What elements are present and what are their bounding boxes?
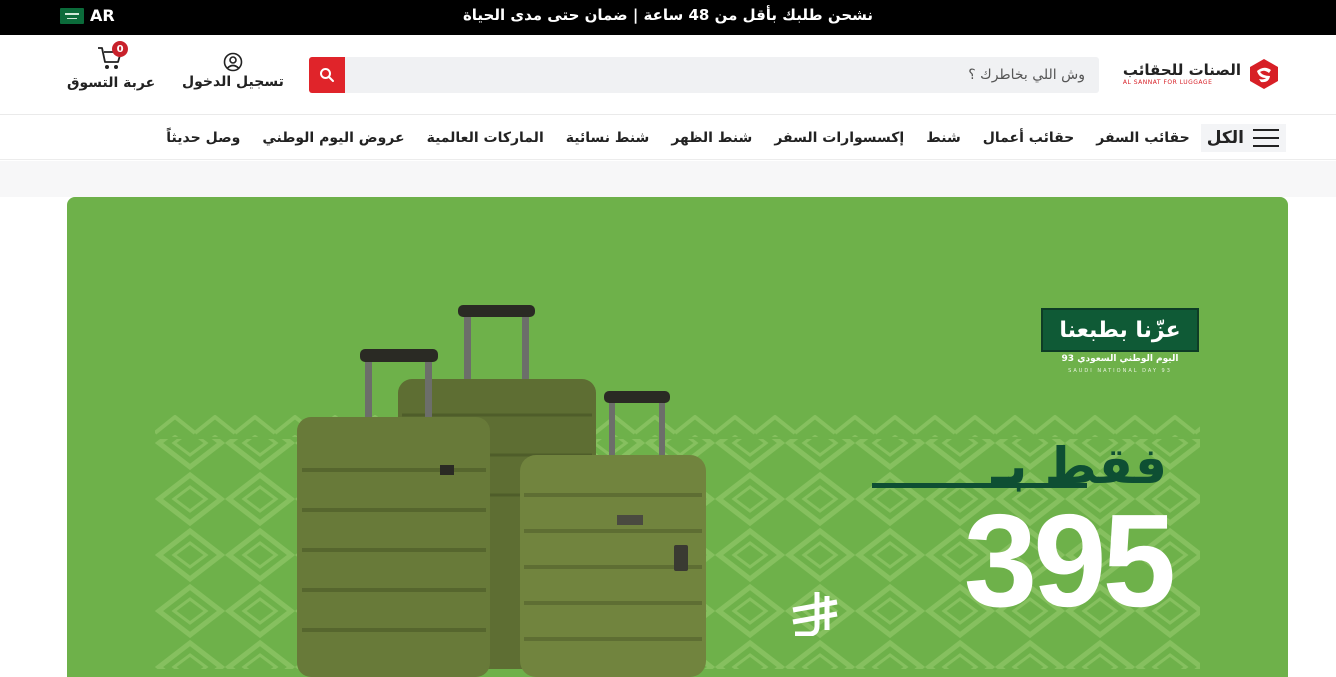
all-categories-label: الكل (1206, 128, 1244, 148)
site-header: الصنات للحقائب AL SANNAT FOR LUGGAGE تسج… (0, 35, 1336, 115)
badge-subtitle: اليوم الوطني السعودي 93 (1061, 354, 1179, 364)
hamburger-menu-icon (1253, 129, 1279, 147)
nav-item-new-arrivals[interactable]: وصل حديثاً (155, 130, 251, 146)
logo-arabic-text: الصنات للحقائب (1122, 60, 1241, 79)
badge-title: عزّنا بطبعنا (1041, 308, 1199, 352)
luggage-set-image (297, 305, 706, 677)
announcement-text: نشحن طلبك بأقل من 48 ساعة | ضمان حتى مدى… (462, 6, 874, 24)
nav-item-bags[interactable]: شنط (915, 130, 971, 146)
announcement-bar: AR نشحن طلبك بأقل من 48 ساعة | ضمان حتى … (0, 0, 1336, 35)
all-categories-button[interactable]: الكل (1200, 124, 1286, 152)
riyal-currency-icon (792, 592, 838, 636)
search-icon (320, 68, 334, 82)
offer-price: 395 (963, 487, 1176, 634)
nav-item-business-bags[interactable]: حقائب أعمال (972, 130, 1086, 146)
user-icon (223, 52, 243, 72)
login-label: تسجيل الدخول (182, 74, 284, 90)
cart-label: عربة التسوق (67, 75, 156, 91)
logo-english-text: AL SANNAT FOR LUGGAGE (1122, 78, 1213, 86)
cart-link[interactable]: 0 عربة التسوق (67, 41, 156, 91)
logo-mark-icon (1247, 57, 1281, 91)
login-link[interactable]: تسجيل الدخول (182, 52, 284, 90)
search-input[interactable] (345, 57, 1099, 93)
badge-subtitle-english: SAUDI NATIONAL DAY 93 (1068, 368, 1172, 374)
spacer-band (0, 161, 1336, 197)
cart-count-badge: 0 (112, 41, 129, 57)
nav-item-womens-bags[interactable]: شنط نسائية (555, 130, 661, 146)
nav-item-national-day-offers[interactable]: عروض اليوم الوطني (251, 130, 415, 146)
site-logo[interactable]: الصنات للحقائب AL SANNAT FOR LUGGAGE (1123, 57, 1281, 91)
main-navigation: الكل حقائب السفر حقائب أعمال شنط إكسسوار… (0, 116, 1336, 160)
nav-item-global-brands[interactable]: الماركات العالمية (416, 130, 555, 146)
hero-banner[interactable]: عزّنا بطبعنا اليوم الوطني السعودي 93 SAU… (67, 197, 1288, 677)
nav-item-travel-bags[interactable]: حقائب السفر (1085, 130, 1200, 146)
nav-item-backpacks[interactable]: شنط الظهر (660, 130, 763, 146)
national-day-badge: عزّنا بطبعنا اليوم الوطني السعودي 93 SAU… (1041, 308, 1201, 380)
search-button[interactable] (309, 57, 345, 93)
nav-item-travel-accessories[interactable]: إكسسوارات السفر (763, 130, 915, 146)
search-bar (309, 57, 1099, 93)
